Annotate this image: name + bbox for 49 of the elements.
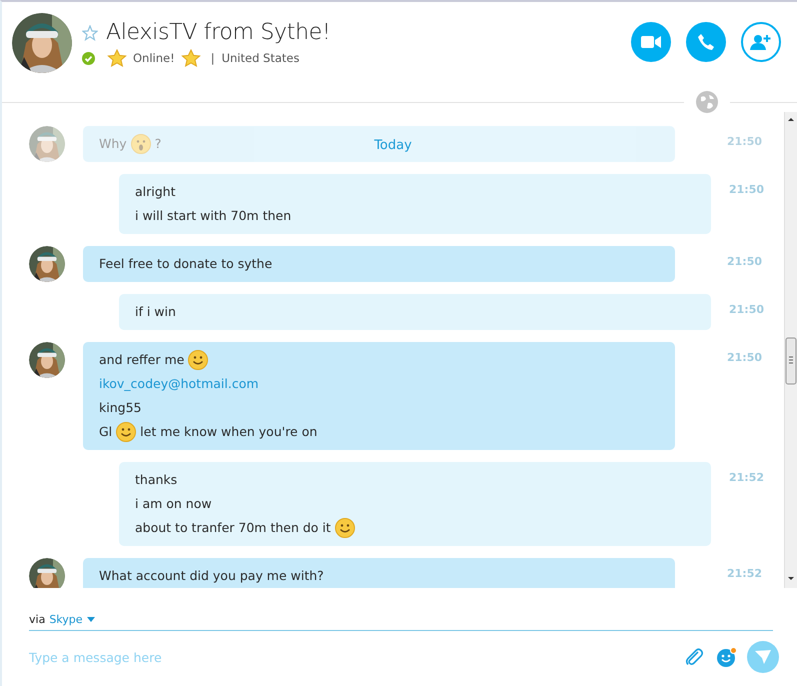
message-time: 21:50 — [727, 134, 762, 148]
message-text: Online! — [133, 51, 175, 65]
add-contact-button[interactable] — [741, 22, 781, 62]
message-text: ? — [154, 135, 162, 153]
video-call-button[interactable] — [631, 22, 671, 62]
email-link[interactable]: ikov_codey@hotmail.com — [99, 372, 259, 396]
message-time: 21:50 — [729, 182, 764, 196]
contact-name: AlexisTV from Sythe! — [106, 20, 330, 45]
via-label: via — [29, 613, 46, 626]
message-time: 21:52 — [727, 566, 762, 580]
location-text: United States — [222, 51, 300, 65]
star-icon — [107, 49, 127, 67]
message-text: thanks — [135, 471, 178, 489]
message-time: 21:50 — [727, 254, 762, 268]
message-text: let me know when you're on — [140, 423, 318, 441]
message-time: 21:50 — [727, 350, 762, 364]
message-text: i am on now — [135, 495, 212, 513]
paperclip-icon[interactable] — [685, 647, 703, 667]
call-button[interactable] — [686, 22, 726, 62]
message-text: Gl — [99, 423, 112, 441]
service-dropdown[interactable]: Skype — [49, 613, 95, 626]
smiley-icon — [116, 422, 136, 442]
star-icon — [180, 49, 201, 67]
send-button[interactable] — [747, 641, 779, 673]
message-text: Why — [99, 135, 127, 153]
paper-plane-icon — [755, 650, 771, 664]
message-text: What account did you pay me with? — [99, 567, 324, 585]
message-text: about to tranfer 70m then do it — [135, 519, 331, 537]
message-time: 21:52 — [729, 470, 764, 484]
message-text: Feel free to donate to sythe — [99, 255, 272, 273]
surprised-smiley-icon — [130, 134, 151, 154]
message-text: king55 — [99, 399, 142, 417]
separator: | — [210, 51, 215, 65]
smiley-icon — [334, 518, 355, 538]
message-time: 21:50 — [729, 302, 764, 316]
smiley-icon — [188, 350, 208, 370]
message-text: if i win — [135, 303, 176, 321]
favorite-star-icon[interactable] — [82, 24, 98, 40]
message-text: i will start with 70m then — [135, 207, 292, 225]
phone-icon — [697, 33, 715, 51]
emoticon-icon[interactable] — [717, 647, 737, 667]
globe-icon[interactable] — [696, 91, 718, 113]
message-text: alright — [135, 183, 176, 201]
date-separator: Today — [374, 138, 412, 153]
add-person-icon — [750, 33, 772, 51]
message-text: and reffer me — [99, 351, 184, 369]
caret-icon — [86, 617, 95, 622]
video-camera-icon — [641, 35, 661, 49]
scrollbar[interactable] — [784, 112, 797, 588]
